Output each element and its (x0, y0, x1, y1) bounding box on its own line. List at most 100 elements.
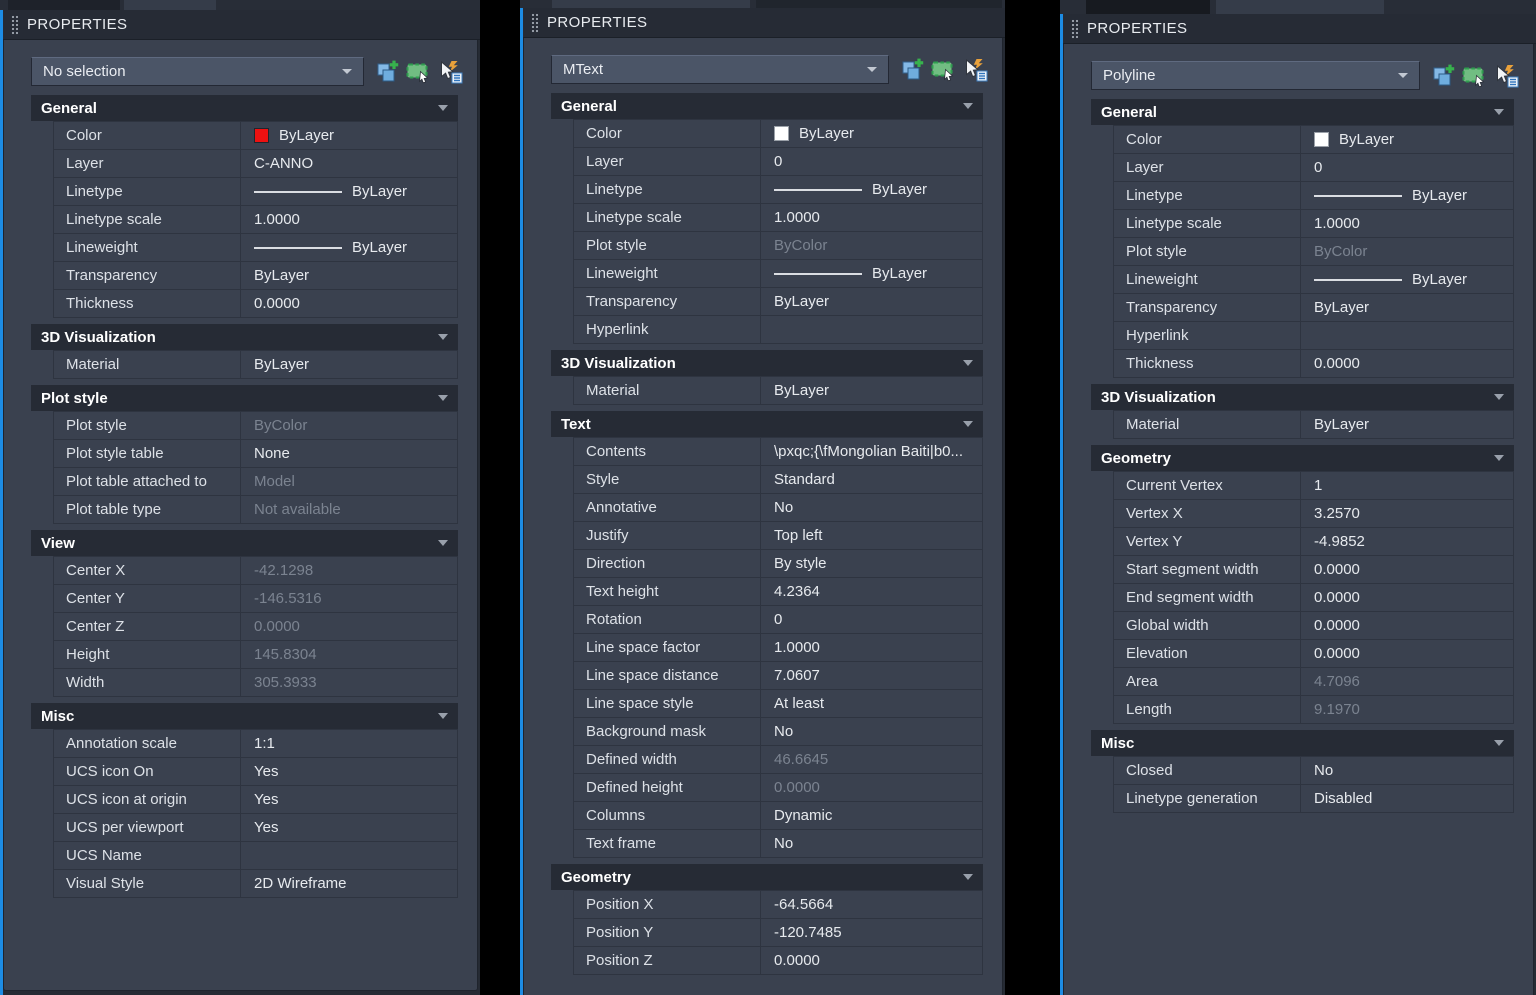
collapse-arrow-icon[interactable] (438, 540, 448, 546)
object-type-dropdown[interactable]: No selection (31, 57, 364, 86)
quick-select-button[interactable] (962, 57, 989, 83)
property-value[interactable]: No (760, 830, 982, 857)
select-objects-button[interactable] (930, 57, 957, 83)
collapse-arrow-icon[interactable] (1494, 394, 1504, 400)
property-value[interactable]: 1.0000 (760, 204, 982, 231)
property-value[interactable]: 1.0000 (760, 634, 982, 661)
property-value[interactable]: Standard (760, 466, 982, 493)
property-value[interactable]: Yes (240, 814, 457, 841)
property-value[interactable]: ByLayer (240, 262, 457, 289)
property-value[interactable]: Yes (240, 758, 457, 785)
collapse-arrow-icon[interactable] (963, 874, 973, 880)
section-header-3d-visualization[interactable]: 3D Visualization (31, 324, 458, 350)
property-value[interactable]: 0.0000 (760, 774, 982, 801)
property-value[interactable]: 3.2570 (1300, 500, 1513, 527)
property-value[interactable]: ByLayer (1300, 126, 1513, 153)
collapse-arrow-icon[interactable] (438, 395, 448, 401)
property-value[interactable]: -64.5664 (760, 891, 982, 918)
property-value[interactable]: No (760, 718, 982, 745)
property-value[interactable]: ByLayer (760, 176, 982, 203)
collapse-arrow-icon[interactable] (963, 360, 973, 366)
section-header-general[interactable]: General (31, 95, 458, 121)
collapse-arrow-icon[interactable] (1494, 455, 1504, 461)
property-value[interactable]: ByLayer (760, 288, 982, 315)
quick-select-button[interactable] (437, 59, 464, 85)
property-value[interactable]: C-ANNO (240, 150, 457, 177)
property-value[interactable]: -42.1298 (240, 557, 457, 584)
section-header-geometry[interactable]: Geometry (1091, 445, 1514, 471)
section-header-misc[interactable]: Misc (31, 703, 458, 729)
property-value[interactable]: 0.0000 (240, 613, 457, 640)
property-value[interactable]: 46.6645 (760, 746, 982, 773)
pickadd-toggle-button[interactable] (1429, 63, 1456, 89)
section-header-text[interactable]: Text (551, 411, 983, 437)
property-value[interactable] (1300, 322, 1513, 349)
property-value[interactable]: Model (240, 468, 457, 495)
property-value[interactable]: ByColor (760, 232, 982, 259)
property-value[interactable]: 145.8304 (240, 641, 457, 668)
property-value[interactable]: At least (760, 690, 982, 717)
property-value[interactable]: 4.7096 (1300, 668, 1513, 695)
property-value[interactable]: ByColor (240, 412, 457, 439)
section-header-plot-style[interactable]: Plot style (31, 385, 458, 411)
collapse-arrow-icon[interactable] (438, 105, 448, 111)
property-value[interactable]: 0.0000 (760, 947, 982, 974)
property-value[interactable]: ByLayer (760, 120, 982, 147)
panel-titlebar[interactable]: PROPERTIES (520, 8, 1005, 38)
collapse-arrow-icon[interactable] (963, 421, 973, 427)
property-value[interactable]: 4.2364 (760, 578, 982, 605)
property-value[interactable]: ByLayer (240, 351, 457, 378)
property-value[interactable]: ByLayer (240, 234, 457, 261)
section-header-geometry[interactable]: Geometry (551, 864, 983, 890)
property-value[interactable]: None (240, 440, 457, 467)
property-value[interactable]: ByLayer (760, 260, 982, 287)
property-value[interactable]: Not available (240, 496, 457, 523)
property-value[interactable]: 305.3933 (240, 669, 457, 696)
collapse-arrow-icon[interactable] (963, 103, 973, 109)
chevron-down-icon[interactable] (867, 67, 877, 72)
property-value[interactable]: 0.0000 (1300, 350, 1513, 377)
section-header-general[interactable]: General (551, 93, 983, 119)
property-value[interactable]: 1:1 (240, 730, 457, 757)
pickadd-toggle-button[interactable] (373, 59, 400, 85)
section-header-view[interactable]: View (31, 530, 458, 556)
property-value[interactable]: -4.9852 (1300, 528, 1513, 555)
grip-dots-icon[interactable] (531, 13, 538, 33)
property-value[interactable]: Dynamic (760, 802, 982, 829)
property-value[interactable]: -146.5316 (240, 585, 457, 612)
section-header-3d-visualization[interactable]: 3D Visualization (551, 350, 983, 376)
panel-titlebar[interactable]: PROPERTIES (0, 10, 480, 40)
section-header-general[interactable]: General (1091, 99, 1514, 125)
property-value[interactable]: ByLayer (240, 178, 457, 205)
property-value[interactable]: ByLayer (760, 377, 982, 404)
property-value[interactable]: 1.0000 (1300, 210, 1513, 237)
quick-select-button[interactable] (1493, 63, 1520, 89)
property-value[interactable]: 1.0000 (240, 206, 457, 233)
property-value[interactable]: 0.0000 (1300, 556, 1513, 583)
property-value[interactable]: 0.0000 (1300, 612, 1513, 639)
object-type-dropdown[interactable]: Polyline (1091, 61, 1420, 90)
property-value[interactable]: 9.1970 (1300, 696, 1513, 723)
grip-dots-icon[interactable] (11, 15, 18, 35)
property-value[interactable]: ByLayer (240, 122, 457, 149)
property-value[interactable]: \pxqc;{\fMongolian Baiti|b0... (760, 438, 982, 465)
property-value[interactable]: ByLayer (1300, 294, 1513, 321)
property-value[interactable]: Yes (240, 786, 457, 813)
property-value[interactable]: ByColor (1300, 238, 1513, 265)
property-value[interactable]: 7.0607 (760, 662, 982, 689)
panel-titlebar[interactable]: PROPERTIES (1060, 14, 1536, 44)
property-value[interactable]: No (1300, 757, 1513, 784)
property-value[interactable]: ByLayer (1300, 411, 1513, 438)
property-value[interactable]: 0 (1300, 154, 1513, 181)
select-objects-button[interactable] (405, 59, 432, 85)
property-value[interactable]: 0 (760, 606, 982, 633)
property-value[interactable]: No (760, 494, 982, 521)
property-value[interactable]: 0.0000 (1300, 584, 1513, 611)
property-value[interactable]: By style (760, 550, 982, 577)
property-value[interactable]: 0.0000 (1300, 640, 1513, 667)
chevron-down-icon[interactable] (342, 69, 352, 74)
object-type-dropdown[interactable]: MText (551, 55, 889, 84)
property-value[interactable] (760, 316, 982, 343)
property-value[interactable]: ByLayer (1300, 182, 1513, 209)
property-value[interactable]: Disabled (1300, 785, 1513, 812)
